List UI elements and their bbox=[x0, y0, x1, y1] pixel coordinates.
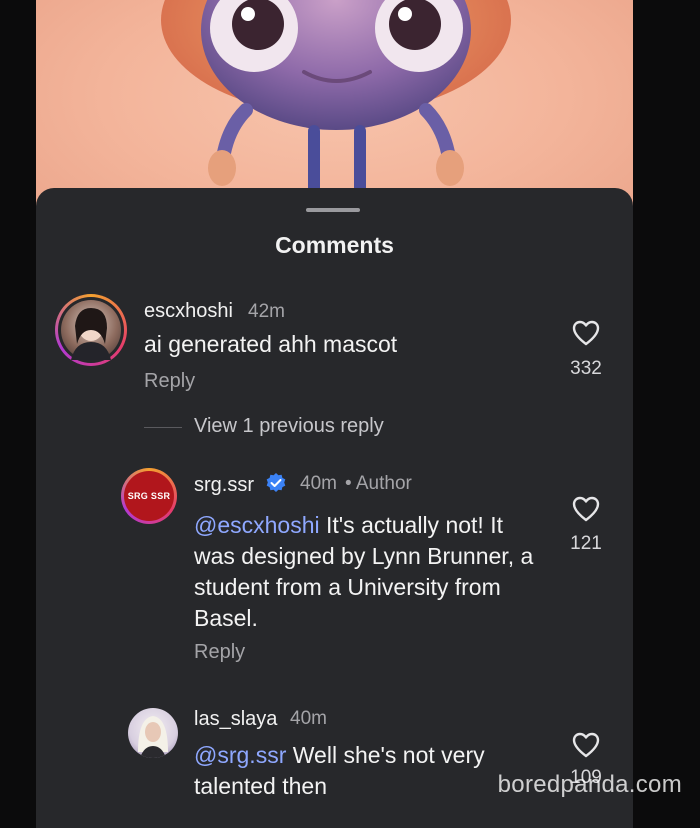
heart-icon[interactable] bbox=[572, 496, 600, 522]
comment-text: ai generated ahh mascot bbox=[144, 331, 398, 357]
comment-text-line: talented then bbox=[194, 773, 328, 799]
comment-text-line: It's actually not! It bbox=[326, 512, 503, 538]
heart-icon[interactable] bbox=[572, 732, 600, 758]
mention-link[interactable]: @escxhoshi bbox=[194, 512, 320, 538]
avatar-person-icon bbox=[71, 308, 111, 360]
comment-text-line: was designed by Lynn Brunner, a bbox=[194, 543, 534, 569]
sheet-drag-handle[interactable] bbox=[306, 208, 360, 212]
srg-logo-text: SRG SSR bbox=[127, 491, 171, 501]
comment-time: 40m bbox=[300, 473, 337, 494]
view-previous-replies-button[interactable]: View 1 previous reply bbox=[194, 415, 384, 438]
avatar-person-icon bbox=[138, 716, 168, 758]
comment-text-line: student from a University from bbox=[194, 574, 501, 600]
verified-badge-icon bbox=[266, 473, 286, 492]
comment-username[interactable]: escxhoshi bbox=[144, 300, 233, 323]
mention-link[interactable]: @srg.ssr bbox=[194, 742, 286, 768]
comment-text-line: Basel. bbox=[194, 605, 258, 631]
sheet-title: Comments bbox=[275, 232, 394, 258]
like-count: 121 bbox=[570, 533, 602, 554]
watermark: boredpanda.com bbox=[497, 771, 682, 798]
comment-text: @escxhoshi It's actually not! It was des… bbox=[194, 510, 554, 634]
author-tag: • Author bbox=[345, 473, 412, 494]
comment-time: 40m bbox=[290, 708, 327, 729]
like-count: 332 bbox=[570, 358, 602, 379]
reply-button[interactable]: Reply bbox=[144, 370, 195, 393]
avatar[interactable] bbox=[55, 294, 127, 366]
avatar[interactable]: SRG SSR bbox=[121, 468, 177, 524]
comment-username[interactable]: las_slaya bbox=[194, 708, 277, 731]
comment-time: 42m bbox=[248, 301, 285, 322]
avatar[interactable] bbox=[128, 708, 178, 758]
comment-text-line: Well she's not very bbox=[292, 742, 485, 768]
heart-icon[interactable] bbox=[572, 320, 600, 346]
reply-button[interactable]: Reply bbox=[194, 641, 245, 664]
thread-line bbox=[144, 427, 182, 428]
comment-username[interactable]: srg.ssr bbox=[194, 474, 254, 497]
